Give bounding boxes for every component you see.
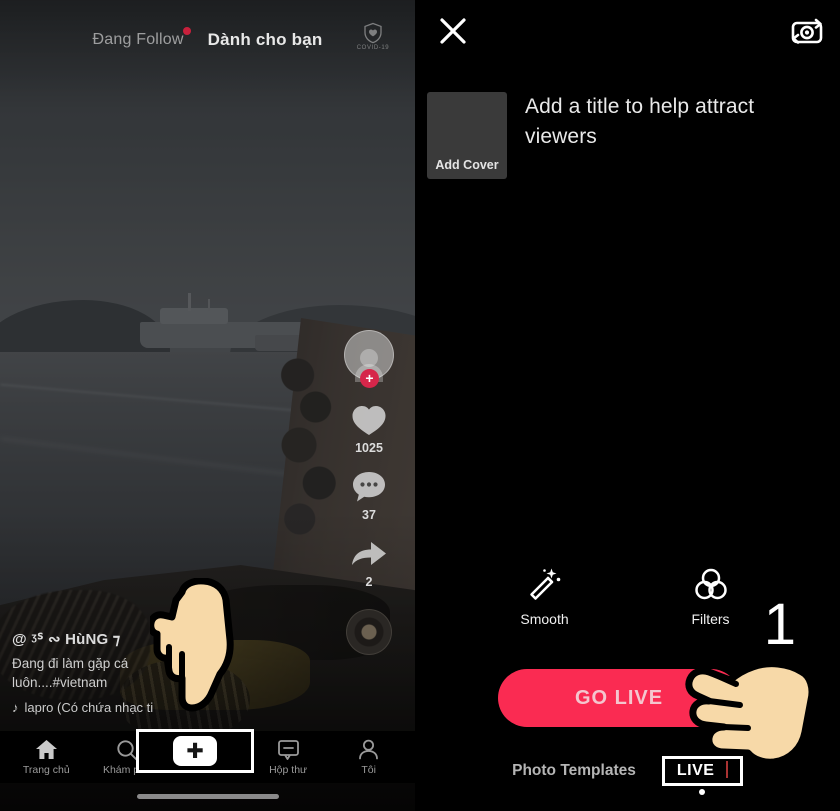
home-icon (35, 739, 58, 761)
like-count: 1025 (355, 441, 383, 455)
sidebar-item-home[interactable]: Trang chủ (9, 739, 83, 776)
step-number-annotation: 1 (763, 592, 796, 657)
smooth-label: Smooth (520, 611, 569, 627)
magic-wand-icon (529, 568, 560, 600)
top-gradient-overlay (0, 0, 415, 110)
mode-photo-templates[interactable]: Photo Templates (512, 762, 636, 780)
tab-following[interactable]: Đang Follow (92, 27, 191, 49)
like-button[interactable]: 1025 (349, 402, 389, 455)
active-mode-dot-icon (699, 789, 706, 795)
follow-plus-icon[interactable]: + (360, 369, 379, 388)
go-live-label: GO LIVE (574, 686, 664, 709)
video-action-rail: + 1025 37 2 (337, 330, 401, 655)
create-button-highlight-box: ✚ (136, 729, 254, 773)
tab-for-you[interactable]: Dành cho bạn (208, 30, 323, 50)
filters-tool-button[interactable]: Filters (665, 566, 757, 627)
tab-following-label: Đang Follow (92, 31, 184, 48)
share-count: 2 (365, 575, 373, 589)
covid-info-button[interactable]: COVID-19 (353, 22, 393, 51)
title-and-cover-row: Add Cover Add a title to help attract vi… (427, 92, 797, 179)
comment-count: 37 (362, 508, 376, 522)
create-plus-button[interactable]: ✚ (167, 736, 223, 766)
nav-label-inbox: Hộp thư (269, 763, 308, 776)
flip-camera-icon (791, 18, 823, 44)
pointing-hand-cursor-down (147, 577, 254, 718)
shield-heart-icon (364, 22, 382, 44)
share-arrow-icon (349, 536, 389, 572)
music-disc-icon[interactable] (346, 609, 392, 655)
music-title: lapro (Có chứa nhạc ti (24, 700, 154, 715)
pointing-hand-cursor-left (684, 648, 816, 766)
filters-circles-icon (694, 568, 727, 600)
notification-dot-icon (182, 27, 191, 35)
sidebar-item-profile[interactable]: Tôi (332, 739, 406, 776)
comment-button[interactable]: 37 (349, 469, 389, 522)
tiktok-feed-panel: Đang Follow Dành cho bạn COVID-19 + 1025… (0, 0, 415, 811)
close-icon (440, 18, 466, 44)
search-icon (116, 739, 138, 761)
nav-label-profile: Tôi (361, 763, 376, 776)
capture-mode-row: Photo Templates LIVE (415, 755, 840, 795)
smooth-tool-button[interactable]: Smooth (499, 566, 591, 627)
comment-bubble-icon (349, 469, 389, 505)
mode-live-highlight-box[interactable]: LIVE (661, 756, 743, 795)
close-button[interactable] (436, 14, 470, 48)
author-avatar-button[interactable]: + (344, 330, 394, 388)
live-title-input[interactable]: Add a title to help attract viewers (525, 92, 797, 179)
music-note-icon: ♪ (12, 700, 19, 715)
share-button[interactable]: 2 (349, 536, 389, 589)
live-setup-panel: Add Cover Add a title to help attract vi… (415, 0, 840, 811)
mode-live-label: LIVE (676, 762, 715, 779)
add-cover-label: Add Cover (435, 158, 499, 172)
inbox-icon (277, 739, 300, 761)
home-indicator (136, 794, 279, 799)
person-icon (358, 739, 379, 761)
sidebar-item-inbox[interactable]: Hộp thư (251, 739, 325, 776)
heart-icon (349, 402, 389, 438)
plus-icon: ✚ (186, 739, 204, 763)
nav-label-home: Trang chủ (22, 763, 70, 776)
bottom-navigation-bar: Trang chủ Khám phá Hộp thư Tôi ✚ (0, 729, 415, 783)
text-caret (725, 761, 728, 778)
filters-label: Filters (691, 611, 730, 627)
add-cover-button[interactable]: Add Cover (427, 92, 507, 179)
covid-label: COVID-19 (356, 45, 390, 51)
screenshot-root: Đang Follow Dành cho bạn COVID-19 + 1025… (0, 0, 840, 811)
flip-camera-button[interactable] (788, 12, 826, 50)
